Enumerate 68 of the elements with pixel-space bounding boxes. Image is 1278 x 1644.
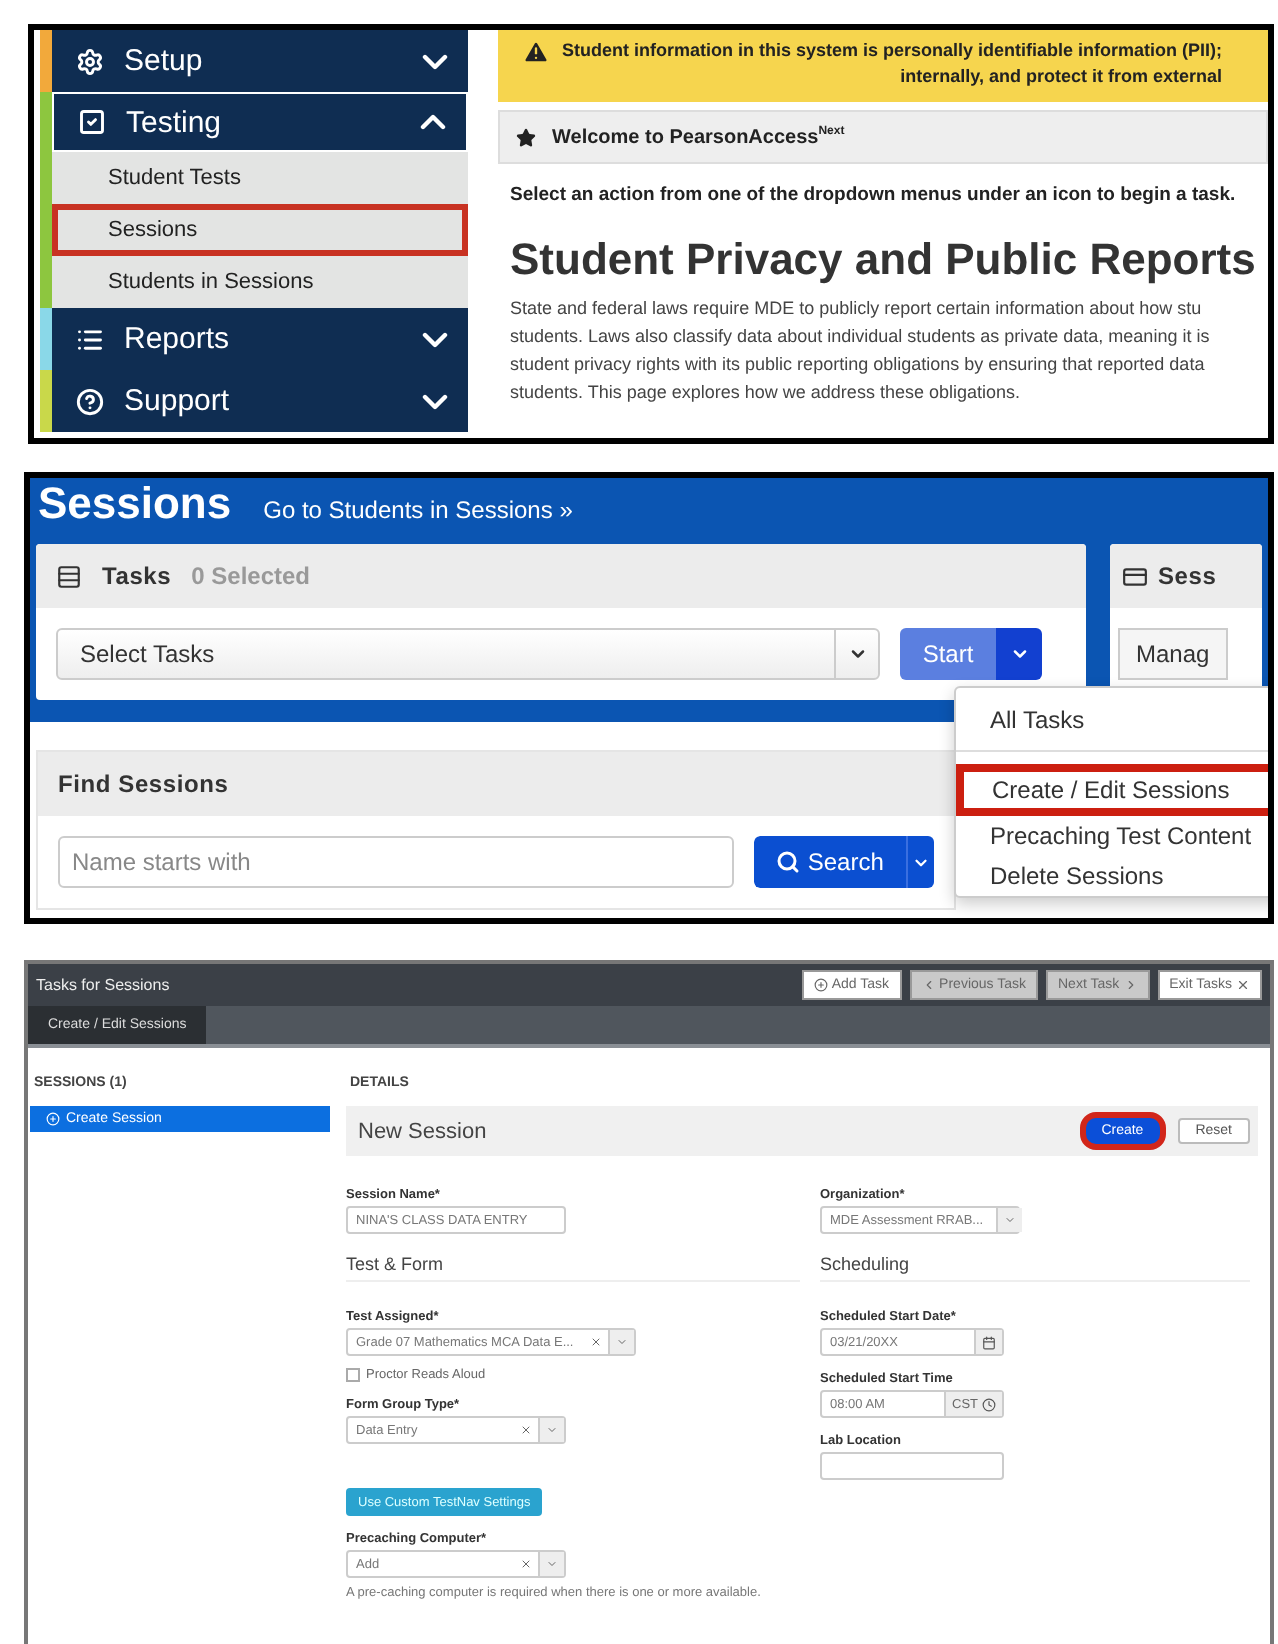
manage-button[interactable]: Manag — [1118, 628, 1228, 680]
paragraph-line: student privacy rights with its public reporting obligations by ensuring that reported data — [510, 352, 1207, 378]
selected-count: 0 Selected — [191, 562, 311, 590]
search-menu-button[interactable] — [906, 836, 934, 888]
paragraph-line: students. This page explores how we address these obligations. — [510, 380, 1022, 406]
card-icon — [1122, 563, 1148, 589]
expand-icon — [422, 53, 448, 69]
nav-icon — [76, 325, 104, 353]
nav-item[interactable]: Support — [52, 370, 468, 432]
clear-icon[interactable] — [520, 1424, 532, 1436]
menu-item[interactable]: All Tasks — [956, 700, 1268, 740]
nav-item[interactable]: Testing — [52, 92, 468, 152]
text-field[interactable] — [820, 1452, 1004, 1480]
search-icon — [775, 850, 800, 874]
caret-icon — [1009, 644, 1029, 664]
nav-subitem[interactable]: Sessions — [52, 204, 468, 256]
nav-icon — [76, 47, 104, 75]
search-button[interactable]: Search — [753, 836, 907, 888]
chevron-icon — [1123, 978, 1138, 992]
form-title: New Session — [358, 1119, 489, 1143]
nav-icon — [76, 387, 104, 415]
expand-icon — [422, 393, 448, 409]
star-icon — [516, 127, 536, 147]
warning-icon — [522, 38, 550, 66]
nav-item[interactable]: Setup — [52, 30, 468, 92]
paragraph-line: students. Laws also classify data about individual students as private data, meaning it is — [510, 324, 1212, 350]
menu-item[interactable]: Delete Sessions — [956, 856, 1268, 896]
clock-icon[interactable] — [982, 1397, 996, 1411]
warning-text: internally, and protect it from external — [900, 64, 1223, 90]
task-select[interactable]: Select Tasks — [56, 628, 880, 680]
plus-icon — [46, 1112, 60, 1126]
menu-item[interactable]: Precaching Test Content — [956, 816, 1268, 856]
clear-icon[interactable] — [520, 1558, 532, 1570]
expand-icon — [422, 331, 448, 347]
caret-icon — [847, 644, 867, 664]
caret-icon — [616, 1336, 628, 1348]
menu-item[interactable]: Create / Edit Sessions — [956, 764, 1268, 816]
card-title: Sess — [1158, 562, 1217, 590]
nav-subitem[interactable]: Student Tests — [52, 152, 468, 204]
close-icon — [1236, 978, 1250, 992]
caret-icon — [1003, 1214, 1016, 1226]
page-title: Sessions — [38, 478, 232, 530]
clear-icon[interactable] — [590, 1336, 602, 1348]
collapse-icon — [420, 114, 446, 130]
page-heading: Student Privacy and Public Reports — [510, 234, 1258, 286]
start-menu-button[interactable] — [996, 628, 1042, 680]
card-title: Find Sessions — [58, 770, 229, 798]
card-title: Tasks — [102, 562, 172, 590]
welcome-title: Welcome to PearsonAccess$^{Next}$ — [552, 125, 845, 149]
calendar-icon[interactable] — [982, 1335, 996, 1349]
instruction-text: Select an action from one of the dropdown menus under an icon to begin a task. — [510, 184, 1238, 206]
students-link[interactable]: Go to Students in Sessions » — [263, 496, 573, 524]
section-heading: Scheduling — [820, 1254, 1250, 1282]
window-title: Tasks for Sessions — [36, 976, 172, 994]
tasks-icon — [56, 563, 82, 589]
checkbox[interactable] — [346, 1368, 360, 1382]
chevron-icon — [921, 978, 936, 992]
nav-icon — [78, 108, 106, 136]
caret-icon — [546, 1558, 558, 1570]
nav-subitem[interactable]: Students in Sessions — [52, 256, 468, 308]
caret-icon — [546, 1424, 558, 1436]
nav-item[interactable]: Reports — [52, 308, 468, 370]
section-heading: Test & Form — [346, 1254, 800, 1282]
warning-text: Student information in this system is personally identifiable information (PII); — [562, 38, 1223, 64]
plus-icon — [813, 978, 828, 992]
search-field[interactable]: Name starts with — [58, 836, 734, 888]
start-button[interactable]: Start — [900, 628, 996, 680]
paragraph-line: State and federal laws require MDE to publicly report certain information about how stu — [510, 296, 1204, 322]
